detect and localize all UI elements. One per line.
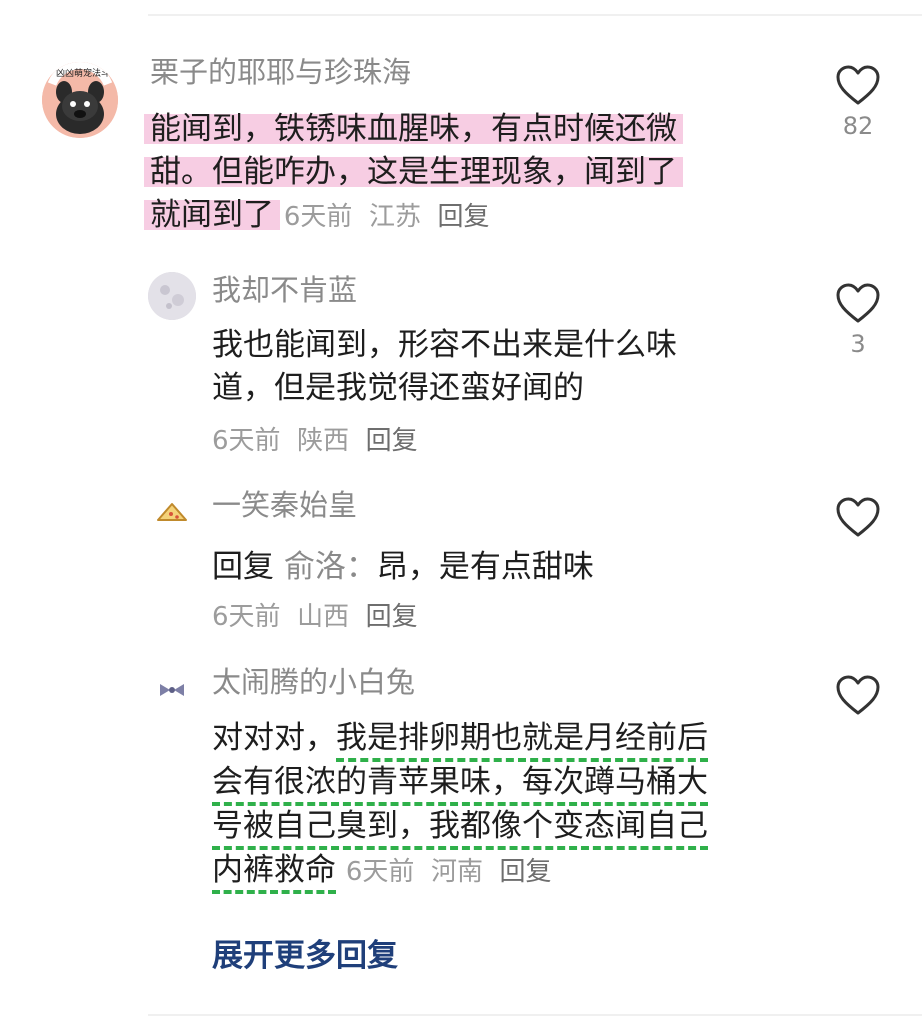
avatar[interactable] — [150, 490, 194, 534]
location: 山西 — [297, 602, 350, 632]
avatar[interactable]: 凶凶萌宠法斗 — [42, 62, 118, 138]
underlined-text: 我是排卵期也就是月经前后 — [336, 720, 708, 762]
time: 6天前 — [212, 426, 281, 456]
heart-outline-icon — [836, 65, 880, 105]
location: 江苏 — [368, 202, 421, 232]
comment-meta: 6天前 陕西 回复 — [212, 420, 418, 457]
heart-outline-icon — [836, 675, 880, 715]
heart-outline-icon — [836, 497, 880, 537]
reply-button[interactable]: 回复 — [499, 857, 551, 887]
avatar[interactable] — [148, 272, 196, 320]
reply-button[interactable]: 回复 — [366, 426, 418, 456]
like-count: 3 — [850, 330, 866, 358]
username[interactable]: 我却不肯蓝 — [212, 272, 357, 308]
pizza-avatar-icon — [157, 503, 187, 521]
reply-button[interactable]: 回复 — [437, 202, 489, 232]
comment-line: 对对对， — [212, 720, 336, 756]
bow-avatar-icon — [160, 684, 184, 696]
expand-more-replies-button[interactable]: 展开更多回复 — [212, 930, 398, 975]
comment-meta: 6天前 江苏 回复 — [284, 202, 490, 232]
underlined-text: 会有很浓的青苹果味，每次蹲马桶大 — [212, 764, 708, 806]
comment-text: 对对对，我是排卵期也就是月经前后 会有很浓的青苹果味，每次蹲马桶大 号被自己臭到… — [212, 716, 802, 894]
heart-outline-icon — [836, 283, 880, 323]
comment-text: 我也能闻到，形容不出来是什么味 道，但是我觉得还蛮好闻的 — [212, 324, 792, 410]
comment-text: 回复 俞洛：昂，是有点甜味 — [212, 546, 792, 589]
like-count: 82 — [842, 112, 874, 140]
reply-prefix: 回复 — [212, 549, 274, 585]
like-button[interactable] — [833, 674, 883, 716]
comment-line: 能闻到，铁锈味血腥味，有点时候还微 — [144, 111, 683, 147]
time: 6天前 — [212, 602, 281, 632]
comment-line: 我也能闻到，形容不出来是什么味 — [212, 327, 677, 363]
comment-line: 就闻到了 — [144, 197, 280, 233]
moon-avatar-icon — [148, 272, 196, 320]
comment-meta: 6天前 山西 回复 — [212, 596, 418, 633]
location: 陕西 — [297, 426, 350, 456]
like-button[interactable]: 82 — [833, 64, 883, 140]
username[interactable]: 一笑秦始皇 — [212, 487, 357, 523]
like-button[interactable] — [833, 496, 883, 538]
location: 河南 — [430, 857, 483, 887]
comment-meta: 6天前 河南 回复 — [346, 857, 552, 887]
top-divider — [148, 14, 922, 16]
underlined-text: 内裤救命 — [212, 852, 336, 894]
username[interactable]: 栗子的耶耶与珍珠海 — [150, 54, 411, 90]
avatar-badge: 凶凶萌宠法斗 — [56, 69, 111, 79]
time: 6天前 — [345, 857, 415, 887]
reply-button[interactable]: 回复 — [366, 602, 418, 632]
mention-link[interactable]: 俞洛： — [284, 549, 377, 585]
comment-line: 甜。但能咋办，这是生理现象，闻到了 — [144, 154, 683, 190]
time: 6天前 — [283, 202, 353, 232]
like-button[interactable]: 3 — [833, 282, 883, 358]
comment-text: 能闻到，铁锈味血腥味，有点时候还微 甜。但能咋办，这是生理现象，闻到了 就闻到了… — [144, 108, 790, 239]
bottom-divider — [148, 1014, 922, 1016]
avatar[interactable] — [150, 668, 194, 712]
comment-line: 道，但是我觉得还蛮好闻的 — [212, 370, 584, 406]
underlined-text: 号被自己臭到，我都像个变态闻自己 — [212, 808, 708, 850]
comment-line: 昂，是有点甜味 — [376, 549, 594, 585]
username[interactable]: 太闹腾的小白兔 — [212, 664, 415, 700]
